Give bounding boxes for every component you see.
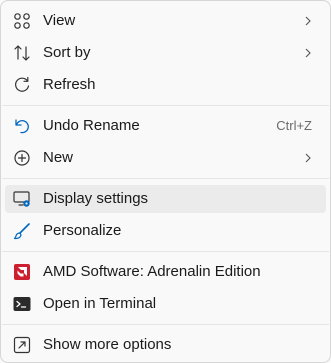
menu-separator: [2, 105, 329, 106]
brush-icon: [13, 222, 31, 240]
expand-icon: [13, 336, 31, 354]
menu-item-view[interactable]: View: [5, 7, 326, 35]
menu-separator: [2, 251, 329, 252]
menu-item-undo-rename[interactable]: Undo Rename Ctrl+Z: [5, 112, 326, 140]
menu-item-label: View: [43, 12, 76, 29]
menu-item-label: Sort by: [43, 44, 91, 61]
refresh-icon: [13, 76, 31, 94]
menu-item-label: Display settings: [43, 190, 149, 207]
menu-item-label: Personalize: [43, 222, 122, 239]
menu-item-show-more-options[interactable]: Show more options: [5, 331, 326, 359]
chevron-right-icon: [304, 153, 312, 163]
menu-item-label: Refresh: [43, 76, 96, 93]
undo-icon: [13, 117, 31, 135]
menu-item-label: Undo Rename: [43, 117, 140, 134]
menu-item-sort-by[interactable]: Sort by: [5, 39, 326, 67]
sort-arrows-icon: [13, 44, 31, 62]
menu-item-open-in-terminal[interactable]: Open in Terminal: [5, 290, 326, 318]
amd-logo-icon: [13, 263, 31, 281]
menu-item-display-settings[interactable]: Display settings: [5, 185, 326, 213]
chevron-right-icon: [304, 48, 312, 58]
menu-separator: [2, 324, 329, 325]
menu-item-label: Show more options: [43, 336, 172, 353]
shortcut-label: Ctrl+Z: [276, 118, 312, 133]
menu-item-label: New: [43, 149, 74, 166]
menu-item-refresh[interactable]: Refresh: [5, 71, 326, 99]
menu-item-amd-software[interactable]: AMD Software: Adrenalin Edition: [5, 258, 326, 286]
grid-icon: [13, 12, 31, 30]
display-settings-icon: [13, 190, 31, 208]
menu-separator: [2, 178, 329, 179]
menu-item-new[interactable]: New: [5, 144, 326, 172]
context-menu: View Sort by Refresh Undo Rename Ctrl+Z …: [0, 0, 331, 363]
menu-item-label: Open in Terminal: [43, 295, 157, 312]
menu-item-personalize[interactable]: Personalize: [5, 217, 326, 245]
chevron-right-icon: [304, 16, 312, 26]
plus-circle-icon: [13, 149, 31, 167]
menu-item-label: AMD Software: Adrenalin Edition: [43, 263, 261, 280]
terminal-icon: [13, 295, 31, 313]
